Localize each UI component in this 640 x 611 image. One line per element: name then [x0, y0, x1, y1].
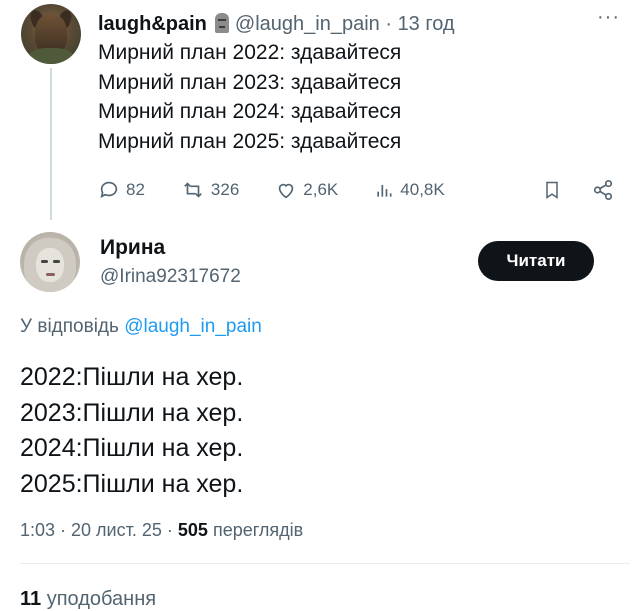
- tweet1-line: Мирний план 2023: здавайтеся: [98, 70, 402, 94]
- tweet1-line: Мирний план 2025: здавайтеся: [98, 129, 402, 153]
- reply-to-line: У відповідь @laugh_in_pain: [20, 316, 262, 338]
- tweet2-text: 2022:Пішли на хер. 2023:Пішли на хер. 20…: [20, 360, 243, 502]
- tweet2-line: 2023:Пішли на хер.: [20, 398, 244, 427]
- tweet2-likes[interactable]: 11 уподобання: [20, 588, 156, 611]
- share-icon[interactable]: [592, 179, 614, 201]
- tweet1-header: laugh&pain @laugh_in_pain · 13 год: [98, 10, 455, 38]
- thread-line: [50, 68, 52, 220]
- tweet2-views-label: переглядів: [212, 520, 304, 540]
- likes-count: 11: [20, 588, 42, 610]
- divider: [20, 563, 630, 564]
- tweet1-author-name[interactable]: laugh&pain: [98, 13, 207, 35]
- tweet2-line: 2025:Пішли на хер.: [20, 469, 244, 498]
- repost-icon: [184, 182, 202, 198]
- repost-count: 326: [210, 180, 240, 199]
- like-button[interactable]: 2,6K: [275, 179, 338, 201]
- tweet2-meta: 1:03 · 20 лист. 25 · 505 переглядів: [20, 520, 303, 541]
- heart-icon: [279, 183, 294, 199]
- tweet1-author-handle[interactable]: @laugh_in_pain: [235, 13, 380, 35]
- follow-button[interactable]: Читати: [478, 241, 594, 281]
- like-count: 2,6K: [303, 180, 339, 199]
- reply-icon: [100, 181, 118, 198]
- reply-count: 82: [126, 180, 145, 199]
- tweet1-actions: 82 326 2,6K 40,8K: [98, 176, 618, 204]
- tweet2-line: 2022:Пішли на хер.: [20, 363, 244, 391]
- tweet2-views-count: 505: [177, 520, 208, 540]
- tweet2-author-name[interactable]: Ирина: [100, 236, 165, 260]
- reply-button[interactable]: 82: [98, 179, 145, 201]
- tweet2-timestamp[interactable]: 1:03 · 20 лист. 25 ·: [20, 520, 173, 540]
- repost-button[interactable]: 326: [181, 179, 239, 201]
- moai-emoji-icon: [214, 13, 229, 33]
- likes-label: уподобання: [46, 588, 157, 610]
- reply-to-prefix: У відповідь: [20, 316, 119, 337]
- tweet1-text: Мирний план 2022: здавайтеся Мирний план…: [98, 38, 401, 156]
- views-icon: [377, 185, 392, 197]
- more-icon[interactable]: ···: [597, 6, 620, 29]
- views-button[interactable]: 40,8K: [374, 179, 445, 201]
- tweet1-line: Мирний план 2024: здавайтеся: [98, 100, 402, 123]
- avatar-laugh-pain[interactable]: [21, 4, 81, 64]
- tweet2-line: 2024:Пішли на хер.: [20, 434, 244, 462]
- tweet1-separator: ·: [385, 13, 392, 35]
- tweet1-timestamp[interactable]: 13 год: [398, 13, 455, 35]
- bookmark-icon[interactable]: [542, 179, 562, 201]
- avatar-irina[interactable]: [20, 232, 80, 292]
- reply-to-mention[interactable]: @laugh_in_pain: [124, 316, 262, 337]
- views-count: 40,8K: [400, 180, 445, 199]
- tweet1-line: Мирний план 2022: здавайтеся: [98, 41, 402, 64]
- tweet2-author-handle[interactable]: @Irina92317672: [100, 266, 241, 288]
